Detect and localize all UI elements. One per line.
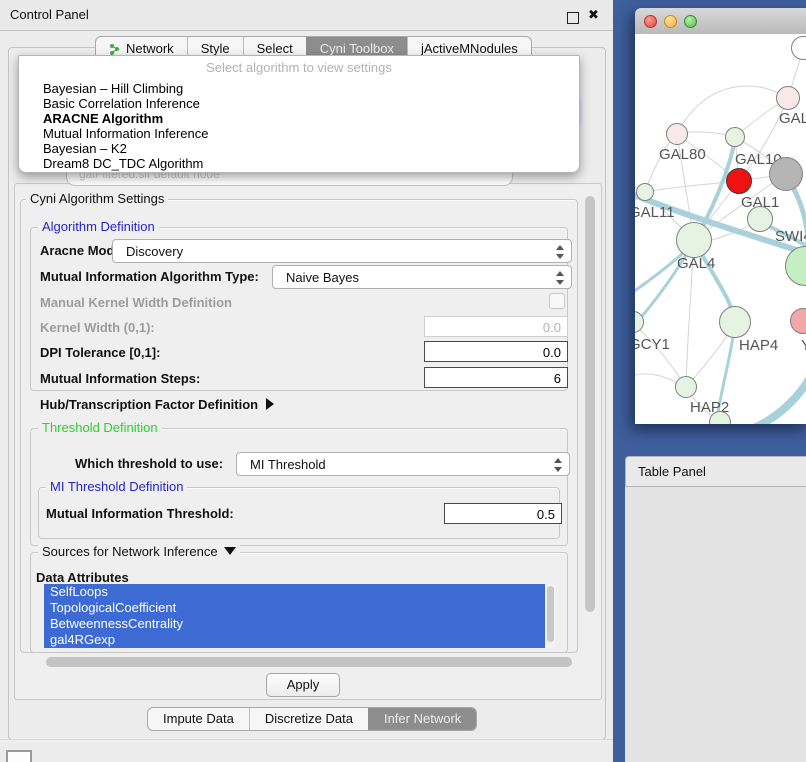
tab-impute-data[interactable]: Impute Data bbox=[148, 708, 249, 730]
close-icon[interactable]: ✖ bbox=[588, 7, 599, 23]
dpi-tolerance-field[interactable]: 0.0 bbox=[424, 341, 568, 362]
mi-steps-label: Mutual Information Steps: bbox=[40, 371, 200, 386]
network-node-gal[interactable] bbox=[776, 86, 800, 110]
docked-panel-icon[interactable] bbox=[6, 750, 32, 762]
network-view-window: GALGAL80GAL10GAL1GAL11SWI4GAL4GCY1HAP4YH… bbox=[635, 8, 806, 424]
network-node-gal4[interactable] bbox=[676, 222, 712, 258]
minimize-traffic-light-icon[interactable] bbox=[664, 15, 677, 28]
zoom-traffic-light-icon[interactable] bbox=[684, 15, 697, 28]
kernel-width-label: Kernel Width (0,1): bbox=[40, 320, 155, 335]
tab-label: Style bbox=[201, 41, 230, 56]
mi-type-combobox[interactable]: Naive Bayes bbox=[272, 265, 572, 289]
dpi-tolerance-label: DPI Tolerance [0,1]: bbox=[40, 345, 160, 360]
node-label-gal4: GAL4 bbox=[677, 255, 715, 272]
algorithm-option-dream8-dc-tdc-algorithm[interactable]: Dream8 DC_TDC Algorithm bbox=[43, 156, 569, 171]
apply-button[interactable]: Apply bbox=[266, 673, 340, 697]
scrollbar-thumb[interactable] bbox=[547, 586, 554, 642]
network-node-hap4[interactable] bbox=[719, 306, 751, 338]
threshold-definition-label: Threshold Definition bbox=[38, 420, 162, 435]
table-panel-titlebar: Table Panel bbox=[625, 456, 806, 487]
data-attributes-label: Data Attributes bbox=[36, 570, 129, 585]
kernel-width-field[interactable]: 0.0 bbox=[424, 316, 568, 337]
node-label-gal11: GAL11 bbox=[635, 204, 675, 221]
network-node-gal10[interactable] bbox=[725, 127, 745, 147]
network-node-gal80[interactable] bbox=[666, 123, 688, 145]
mi-type-label: Mutual Information Algorithm Type: bbox=[40, 269, 259, 284]
network-node[interactable] bbox=[769, 157, 803, 191]
algorithm-definition-label: Algorithm Definition bbox=[38, 219, 159, 234]
network-icon bbox=[109, 43, 121, 55]
control-panel-titlebar: Control Panel ✖ bbox=[0, 0, 613, 31]
network-canvas[interactable]: GALGAL80GAL10GAL1GAL11SWI4GAL4GCY1HAP4YH… bbox=[635, 34, 806, 424]
screen: GALGAL80GAL10GAL1GAL11SWI4GAL4GCY1HAP4YH… bbox=[0, 0, 806, 762]
mi-type-value: Naive Bayes bbox=[286, 270, 359, 285]
close-traffic-light-icon[interactable] bbox=[644, 15, 657, 28]
algorithm-option-basic-correlation-inference[interactable]: Basic Correlation Inference bbox=[43, 96, 569, 111]
algorithm-option-bayesian-k2[interactable]: Bayesian – K2 bbox=[43, 141, 569, 156]
network-window-titlebar[interactable] bbox=[635, 8, 806, 35]
manual-kernel-label: Manual Kernel Width Definition bbox=[40, 295, 232, 310]
mi-threshold-field[interactable]: 0.5 bbox=[444, 503, 562, 524]
which-threshold-combobox[interactable]: MI Threshold bbox=[236, 452, 570, 476]
tab-discretize-data[interactable]: Discretize Data bbox=[249, 708, 368, 730]
network-node-gal11[interactable] bbox=[636, 183, 654, 201]
sources-label: Sources for Network Inference bbox=[42, 544, 218, 559]
hub-definition-expander[interactable]: Hub/Transcription Factor Definition bbox=[40, 397, 274, 412]
table-panel-body: ⚙ ☑☑ ☐☐ shared...name YDL19...YDL19...13… bbox=[625, 487, 806, 762]
attribute-selfloops[interactable]: SelfLoops bbox=[44, 584, 556, 600]
algorithm-dropdown-prompt: Select algorithm to view settings bbox=[19, 60, 579, 75]
which-threshold-label: Which threshold to use: bbox=[75, 456, 223, 471]
aracne-mode-combobox[interactable]: Discovery bbox=[112, 239, 572, 263]
node-label-gal: GAL bbox=[779, 110, 806, 127]
network-node-hap2[interactable] bbox=[675, 376, 697, 398]
tab-label: Select bbox=[257, 41, 293, 56]
node-label-swi4: SWI4 bbox=[775, 228, 806, 245]
cyni-algorithm-settings-label: Cyni Algorithm Settings bbox=[26, 191, 168, 206]
attribute-betweennesscentrality[interactable]: BetweennessCentrality bbox=[44, 616, 556, 632]
collapse-down-icon bbox=[224, 547, 236, 555]
data-attributes-list[interactable]: SelfLoopsTopologicalCoefficientBetweenne… bbox=[44, 584, 556, 648]
network-node-swi4[interactable] bbox=[747, 206, 773, 232]
mi-steps-field[interactable]: 6 bbox=[424, 367, 568, 388]
settings-vertical-scrollbar[interactable] bbox=[585, 196, 595, 612]
tab-label: Cyni Toolbox bbox=[320, 41, 394, 56]
cyni-bottom-tabbar: Impute DataDiscretize DataInfer Network bbox=[147, 707, 477, 731]
node-label-y: Y bbox=[801, 337, 806, 354]
control-panel-title: Control Panel bbox=[10, 7, 89, 22]
table-panel-title: Table Panel bbox=[638, 464, 706, 479]
mi-threshold-definition-label: MI Threshold Definition bbox=[46, 479, 187, 494]
aracne-mode-value: Discovery bbox=[126, 244, 183, 259]
tab-label: Network bbox=[126, 41, 174, 56]
attribute-topologicalcoefficient[interactable]: TopologicalCoefficient bbox=[44, 600, 556, 616]
stepper-icon bbox=[556, 271, 564, 285]
algorithm-option-bayesian-hill-climbing[interactable]: Bayesian – Hill Climbing bbox=[43, 81, 569, 96]
node-label-gal80: GAL80 bbox=[659, 146, 706, 163]
settings-horizontal-scrollbar[interactable] bbox=[46, 657, 572, 667]
stepper-icon bbox=[554, 458, 562, 472]
which-threshold-value: MI Threshold bbox=[250, 457, 326, 472]
algorithm-dropdown: Select algorithm to view settings Bayesi… bbox=[18, 55, 580, 173]
node-label-hap4: HAP4 bbox=[739, 337, 778, 354]
expand-right-icon bbox=[266, 398, 274, 410]
tab-infer-network[interactable]: Infer Network bbox=[368, 708, 476, 730]
hub-definition-label: Hub/Transcription Factor Definition bbox=[40, 397, 258, 412]
float-window-icon[interactable] bbox=[567, 12, 579, 24]
manual-kernel-checkbox[interactable] bbox=[549, 293, 565, 309]
sources-expander[interactable]: Sources for Network Inference bbox=[38, 544, 240, 559]
list-scrollbar[interactable] bbox=[545, 584, 556, 648]
node-label-gcy1: GCY1 bbox=[635, 336, 670, 353]
algorithm-option-aracne-algorithm[interactable]: ARACNE Algorithm bbox=[43, 111, 569, 126]
algorithm-option-mutual-information-inference[interactable]: Mutual Information Inference bbox=[43, 126, 569, 141]
mi-threshold-label: Mutual Information Threshold: bbox=[46, 506, 234, 521]
network-node-gal1[interactable] bbox=[726, 168, 752, 194]
tab-label: jActiveMNodules bbox=[421, 41, 518, 56]
stepper-icon bbox=[556, 245, 564, 259]
attribute-gal4rgexp[interactable]: gal4RGexp bbox=[44, 632, 556, 648]
bottom-divider bbox=[0, 739, 613, 740]
